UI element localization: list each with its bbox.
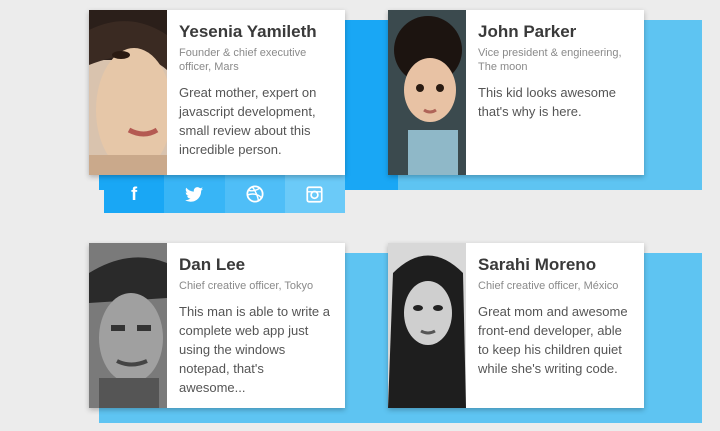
social-bar: f bbox=[104, 175, 345, 213]
profile-card-body: Yesenia Yamileth Founder & chief executi… bbox=[89, 10, 345, 175]
person-role: Chief creative officer, México bbox=[478, 280, 619, 292]
person-bio: Great mom and awesome front-end develope… bbox=[478, 304, 628, 376]
person-role: Founder & chief executive officer, Mars bbox=[179, 47, 307, 73]
person-bio: This man is able to write a complete web… bbox=[179, 304, 331, 395]
avatar-photo bbox=[388, 243, 466, 408]
person-bio: This kid looks awesome that's why is her… bbox=[478, 85, 616, 119]
profile-card-body: Sarahi Moreno Chief creative officer, Mé… bbox=[388, 243, 644, 408]
person-role: Chief creative officer, Tokyo bbox=[179, 280, 314, 292]
profile-card-body: Dan Lee Chief creative officer, Tokyo Th… bbox=[89, 243, 345, 408]
avatar-photo bbox=[89, 10, 167, 175]
profile-card-yesenia[interactable]: f Yesenia Yamileth Founder & chief execu… bbox=[89, 10, 403, 213]
dribbble-icon[interactable] bbox=[224, 175, 285, 213]
profile-card-john[interactable]: John Parker Vice president & engineering… bbox=[388, 10, 702, 190]
person-name: Sarahi Moreno bbox=[478, 255, 597, 274]
profile-card-sarahi[interactable]: Sarahi Moreno Chief creative officer, Mé… bbox=[388, 243, 702, 423]
person-name: Dan Lee bbox=[179, 255, 246, 274]
person-name: John Parker bbox=[478, 22, 577, 41]
person-bio: Great mother, expert on javascript devel… bbox=[179, 85, 317, 157]
person-name: Yesenia Yamileth bbox=[179, 22, 317, 41]
avatar-photo bbox=[89, 243, 167, 408]
facebook-icon[interactable]: f bbox=[104, 175, 165, 213]
profile-card-body: John Parker Vice president & engineering… bbox=[388, 10, 644, 175]
person-role: Vice president & engineering, The moon bbox=[478, 47, 622, 73]
avatar-photo bbox=[388, 10, 466, 175]
instagram-icon[interactable] bbox=[284, 175, 345, 213]
profile-card-dan[interactable]: Dan Lee Chief creative officer, Tokyo Th… bbox=[89, 243, 403, 423]
twitter-icon[interactable] bbox=[164, 175, 225, 213]
